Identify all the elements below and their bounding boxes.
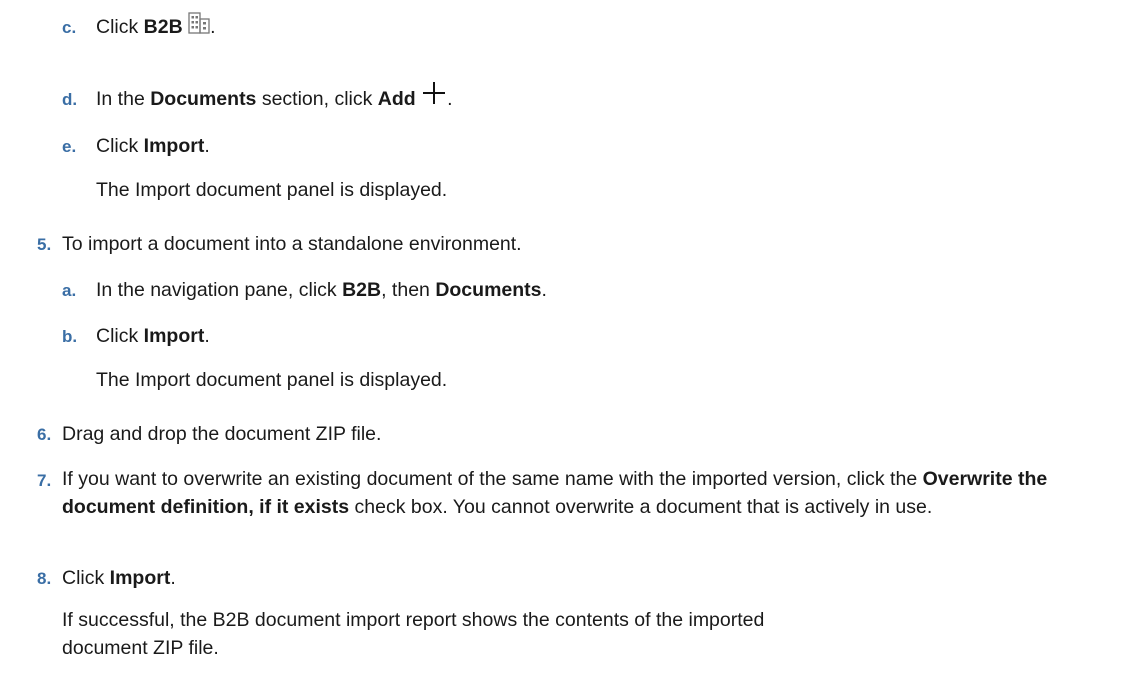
step-marker: 7.: [37, 471, 52, 490]
ui-label-documents: Documents: [150, 88, 257, 110]
step-marker: 5.: [37, 235, 52, 254]
ui-label-b2b: B2B: [143, 16, 183, 38]
step-note: The Import document panel is displayed.: [96, 369, 448, 391]
step-text: Drag and drop the document ZIP file.: [62, 423, 382, 445]
step-marker: c.: [62, 18, 77, 37]
step-note: The Import document panel is displayed.: [96, 179, 448, 201]
step-marker: b.: [62, 327, 78, 346]
step-text: Click: [96, 325, 144, 347]
ui-label-import: Import: [143, 135, 205, 157]
ui-label-add: Add: [377, 88, 416, 110]
step-marker: 6.: [37, 425, 52, 444]
step-text: In the navigation pane, click: [96, 279, 343, 301]
step-marker: d.: [62, 90, 78, 109]
step-text: Click: [62, 567, 110, 589]
step-text: Click: [96, 16, 144, 38]
step-text: Click: [96, 135, 144, 157]
ui-label-b2b: B2B: [342, 279, 382, 301]
step-marker: 8.: [37, 569, 52, 588]
ui-label-documents: Documents: [435, 279, 542, 301]
ui-label-import: Import: [143, 325, 205, 347]
step-text-end: .: [447, 88, 453, 110]
step-text: If you want to overwrite an existing doc…: [62, 468, 923, 490]
plus-icon: [423, 81, 446, 104]
step-text-end: .: [210, 16, 216, 38]
step-text: To import a document into a standalone e…: [62, 233, 522, 255]
step-marker: e.: [62, 137, 77, 156]
step-text: section, click: [256, 88, 378, 110]
building-icon: [188, 12, 210, 34]
step-marker: a.: [62, 281, 77, 300]
ui-label-import: Import: [109, 567, 171, 589]
step-text: In the: [96, 88, 151, 110]
step-note: If successful, the B2B document import r…: [62, 609, 765, 659]
